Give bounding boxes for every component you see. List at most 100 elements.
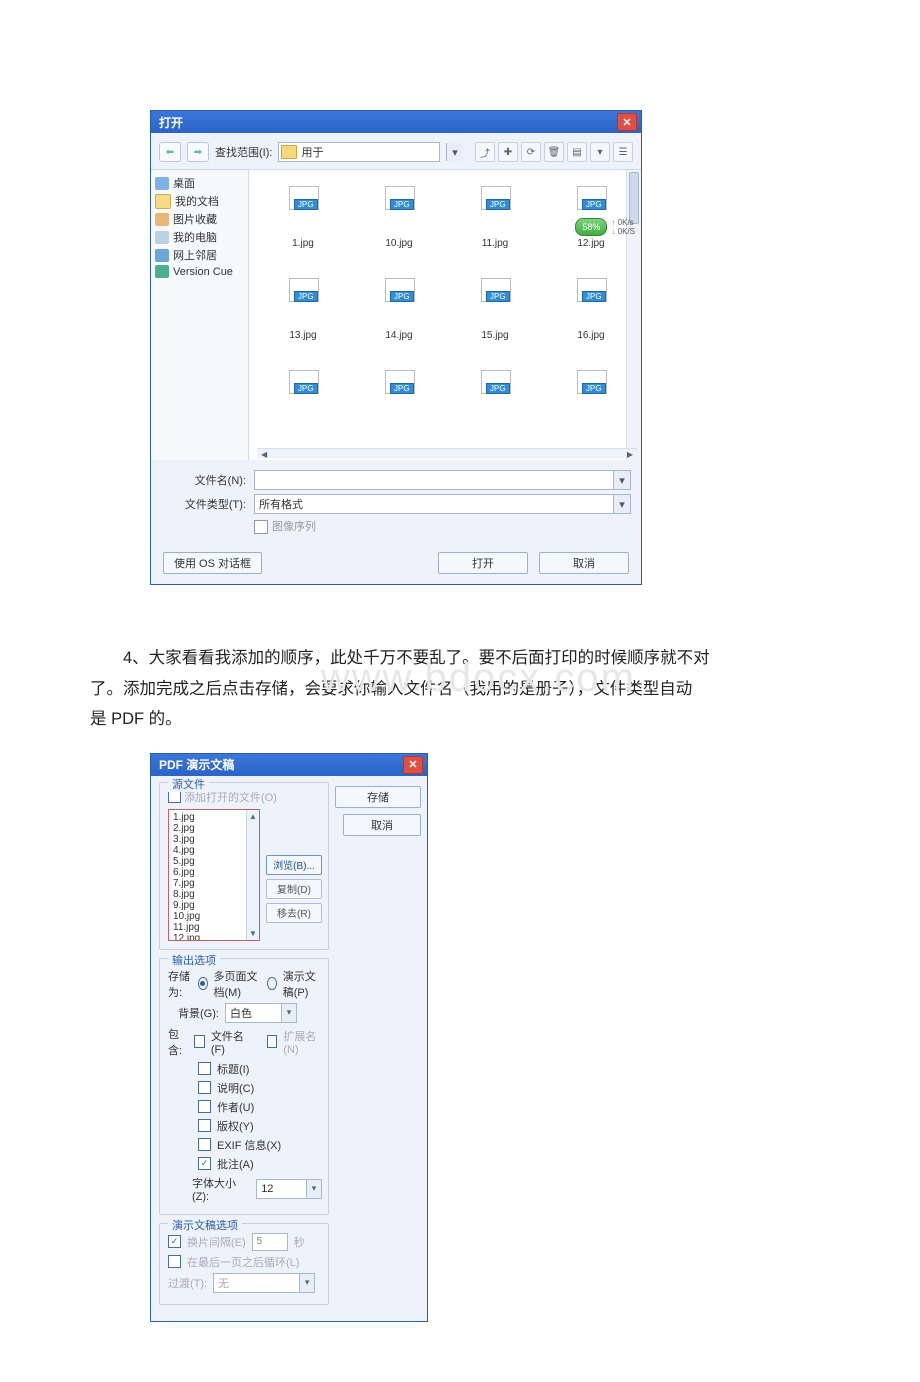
look-in-combo[interactable]: 用于 [278, 142, 440, 162]
open-dialog-toolbar: ⬅ ➡ 查找范围(I): 用于 ▾ ⤴ ✚ ⟳ 🗑 ▤ ▾ ☰ [151, 133, 641, 170]
filetype-select[interactable]: 所有格式 ▾ [254, 494, 631, 514]
list-item[interactable]: 6.jpg [173, 867, 255, 878]
save-button[interactable]: 存储 [335, 786, 421, 808]
include-desc-checkbox[interactable] [198, 1081, 211, 1094]
save-as-label: 存储为: [168, 968, 192, 1000]
look-in-dropdown-icon[interactable]: ▾ [446, 143, 463, 161]
list-item[interactable]: 2.jpg [173, 823, 255, 834]
scroll-up-icon[interactable]: ▲ [249, 812, 257, 821]
file-item[interactable]: JPG [545, 360, 637, 448]
list-item[interactable]: 1.jpg [173, 812, 255, 823]
include-note-checkbox[interactable] [198, 1157, 211, 1170]
list-item[interactable]: 11.jpg [173, 922, 255, 933]
list-item[interactable]: 9.jpg [173, 900, 255, 911]
para-line-2: 了。添加完成之后点击存储，会要求你输入文件名（我用的是册子），文件类型自动 [90, 680, 692, 698]
new-folder-icon[interactable]: ✚ [498, 142, 518, 162]
loop-label: 在最后一页之后循环(L) [187, 1254, 299, 1270]
file-pane: ▲ ▼ 58% ↑ 0K/s ↓ 0K/S JPG [249, 170, 641, 460]
place-pictures[interactable]: 图片收藏 [153, 210, 246, 228]
horizontal-scrollbar[interactable]: ◀ ▶ [257, 448, 637, 458]
presentation-options-group: 演示文稿选项 换片间隔(E) 5 秒 在最后一页之后循环(L) 过渡( [159, 1223, 329, 1305]
list-item[interactable]: 5.jpg [173, 856, 255, 867]
jpg-badge-icon: JPG [582, 291, 606, 302]
close-icon[interactable]: ✕ [403, 756, 423, 774]
download-speeds: ↑ 0K/s ↓ 0K/S [611, 218, 635, 236]
filetype-dropdown-icon[interactable]: ▾ [613, 495, 630, 513]
filename-label: 文件名(N): [161, 472, 254, 488]
list-item[interactable]: 12.jpg [173, 933, 255, 941]
scroll-thumb[interactable] [629, 172, 639, 224]
include-filename-checkbox[interactable] [194, 1035, 205, 1048]
open-button[interactable]: 打开 [438, 552, 528, 574]
include-copyright-checkbox[interactable] [198, 1119, 211, 1132]
view-menu-icon[interactable]: ▾ [590, 142, 610, 162]
delete-icon[interactable]: 🗑 [544, 142, 564, 162]
list-item[interactable]: 3.jpg [173, 834, 255, 845]
pdf-dialog-titlebar[interactable]: PDF 演示文稿 ✕ [151, 754, 427, 776]
multi-doc-radio[interactable] [198, 977, 207, 990]
view-icon[interactable]: ▤ [567, 142, 587, 162]
use-os-dialog-button[interactable]: 使用 OS 对话框 [163, 552, 262, 574]
place-desktop[interactable]: 桌面 [153, 174, 246, 192]
file-item[interactable]: JPG 14.jpg [353, 268, 445, 356]
list-item[interactable]: 4.jpg [173, 845, 255, 856]
file-item[interactable]: JPG [353, 360, 445, 448]
list-item[interactable]: 8.jpg [173, 889, 255, 900]
options-icon[interactable]: ☰ [613, 142, 633, 162]
look-in-value: 用于 [301, 144, 323, 160]
place-versioncue[interactable]: Version Cue [153, 264, 246, 279]
up-folder-icon[interactable]: ⤴ [475, 142, 495, 162]
filetype-label: 文件类型(T): [161, 496, 254, 512]
nav-back-icon[interactable]: ⬅ [159, 142, 181, 162]
desktop-icon [155, 177, 169, 190]
cancel-button[interactable]: 取消 [539, 552, 629, 574]
cancel-button[interactable]: 取消 [343, 814, 421, 836]
include-title-checkbox[interactable] [198, 1062, 211, 1075]
dropdown-icon[interactable]: ▾ [306, 1180, 321, 1198]
include-exif-checkbox[interactable] [198, 1138, 211, 1151]
duplicate-button[interactable]: 复制(D) [266, 879, 322, 899]
browse-button[interactable]: 浏览(B)... [266, 855, 322, 875]
scroll-left-icon[interactable]: ◀ [261, 450, 267, 459]
presentation-radio[interactable] [267, 977, 276, 990]
output-options-title: 输出选项 [168, 952, 220, 968]
jpg-badge-icon: JPG [390, 199, 414, 210]
vertical-scrollbar[interactable]: ▲ ▼ [626, 170, 641, 460]
file-item[interactable]: JPG 10.jpg [353, 176, 445, 264]
background-select[interactable]: 白色▾ [225, 1003, 297, 1023]
background-label: 背景(G): [178, 1005, 219, 1021]
place-computer[interactable]: 我的电脑 [153, 228, 246, 246]
file-item[interactable]: JPG [257, 360, 349, 448]
close-icon[interactable]: ✕ [617, 113, 637, 131]
open-dialog-titlebar[interactable]: 打开 ✕ [151, 111, 641, 133]
loop-checkbox [168, 1255, 181, 1268]
scroll-down-icon[interactable]: ▼ [249, 929, 257, 938]
file-item[interactable]: JPG [449, 360, 541, 448]
file-item[interactable]: JPG 16.jpg [545, 268, 637, 356]
jpg-badge-icon: JPG [582, 383, 606, 394]
checkbox-icon [168, 790, 181, 803]
file-item[interactable]: JPG 15.jpg [449, 268, 541, 356]
nav-fwd-icon[interactable]: ➡ [187, 142, 209, 162]
pdf-presentation-dialog: PDF 演示文稿 ✕ 源文件 添加打开的文件(O) 1.jp [150, 753, 428, 1322]
versioncue-icon [155, 265, 169, 278]
list-item[interactable]: 7.jpg [173, 878, 255, 889]
file-item[interactable]: JPG 1.jpg [257, 176, 349, 264]
scroll-right-icon[interactable]: ▶ [627, 450, 633, 459]
transition-select: 无▾ [213, 1273, 315, 1293]
place-documents[interactable]: 我的文档 [153, 192, 246, 210]
list-item[interactable]: 10.jpg [173, 911, 255, 922]
remove-button[interactable]: 移去(R) [266, 903, 322, 923]
include-author-checkbox[interactable] [198, 1100, 211, 1113]
dropdown-icon[interactable]: ▾ [281, 1004, 296, 1022]
source-file-list[interactable]: 1.jpg 2.jpg 3.jpg 4.jpg 5.jpg 6.jpg 7.jp… [168, 809, 260, 941]
filename-dropdown-icon[interactable]: ▾ [613, 471, 630, 489]
file-item[interactable]: JPG 13.jpg [257, 268, 349, 356]
font-size-select[interactable]: 12▾ [256, 1179, 322, 1199]
refresh-icon[interactable]: ⟳ [521, 142, 541, 162]
file-list-scrollbar[interactable]: ▲ ▼ [246, 810, 259, 940]
filename-input[interactable]: ▾ [254, 470, 631, 490]
file-item[interactable]: JPG 11.jpg [449, 176, 541, 264]
place-network[interactable]: 网上邻居 [153, 246, 246, 264]
open-dialog: 打开 ✕ ⬅ ➡ 查找范围(I): 用于 ▾ ⤴ ✚ ⟳ 🗑 ▤ ▾ [150, 110, 642, 585]
